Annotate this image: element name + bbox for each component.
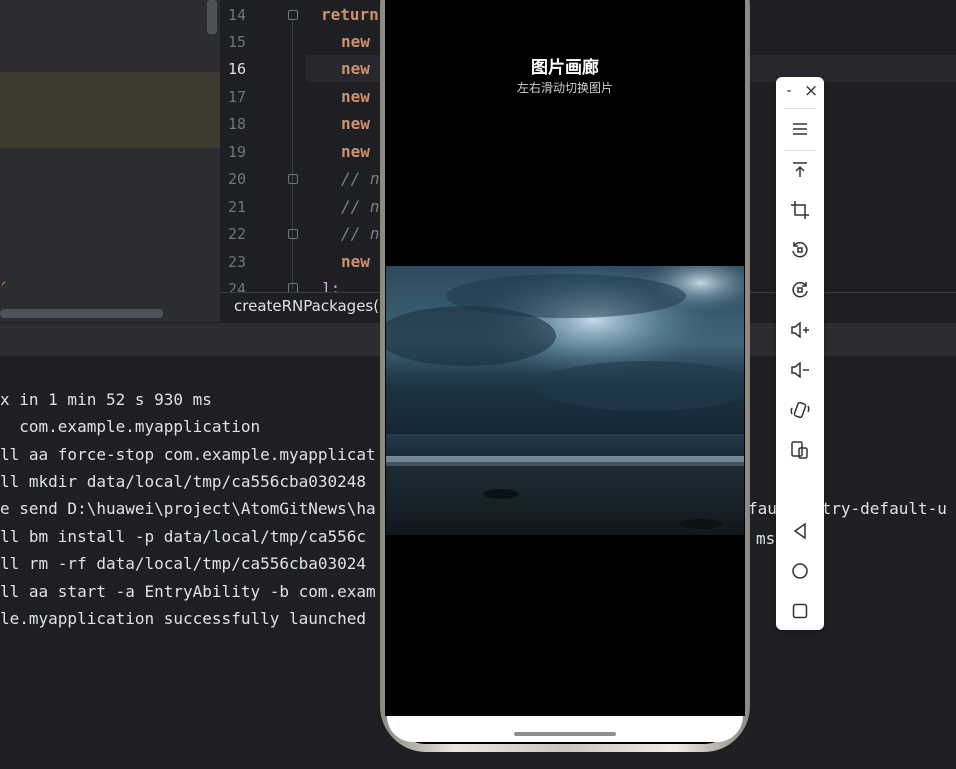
- line-number: 16: [228, 60, 247, 78]
- line-number: 17: [228, 88, 247, 106]
- line-number: 19: [228, 143, 247, 161]
- toolbar-divider: [784, 108, 816, 109]
- home-icon[interactable]: [788, 559, 812, 583]
- line-number: 14: [228, 6, 247, 24]
- console-line: ll mkdir data/local/tmp/ca556cba030248: [0, 472, 367, 491]
- code-line[interactable]: // n: [341, 197, 380, 217]
- rotate-left-icon[interactable]: [788, 238, 812, 262]
- code-line[interactable]: new: [341, 252, 370, 272]
- fold-toggle[interactable]: [288, 229, 298, 239]
- fold-toggle[interactable]: [288, 10, 298, 20]
- panel-marker: ◜: [0, 278, 8, 293]
- close-button[interactable]: ×: [804, 82, 818, 100]
- console-line: e send D:\huawei\project\AtomGitNews\ha: [0, 499, 376, 518]
- line-number: 20: [228, 170, 247, 188]
- project-scrollbar[interactable]: [207, 0, 217, 34]
- app-subtitle: 左右滑动切换图片: [516, 81, 613, 95]
- minimize-button[interactable]: -: [783, 83, 795, 99]
- console-line: ll aa start -a EntryAbility -b com.exam: [0, 582, 376, 601]
- gallery-image[interactable]: [386, 266, 744, 535]
- code-line[interactable]: new: [341, 59, 370, 79]
- line-number: 23: [228, 253, 247, 271]
- fold-toggle[interactable]: [288, 174, 298, 184]
- code-line[interactable]: return: [321, 5, 379, 25]
- multi-device-icon[interactable]: [788, 438, 812, 462]
- console-line: ll bm install -p data/local/tmp/ca556c: [0, 527, 367, 546]
- console-line: ll rm -rf data/local/tmp/ca556cba03024: [0, 554, 367, 573]
- console-line-fragment: ms: [756, 529, 776, 548]
- line-number: 21: [228, 198, 247, 216]
- code-line[interactable]: new: [341, 87, 370, 107]
- console-line-fragment: fau: [748, 499, 777, 518]
- toolbar-divider: [784, 150, 816, 151]
- recents-icon[interactable]: [788, 599, 812, 623]
- volume-down-icon[interactable]: [788, 358, 812, 382]
- navigation-area: [387, 716, 743, 742]
- menu-icon[interactable]: [788, 117, 812, 141]
- project-horizontal-scrollbar[interactable]: [0, 309, 163, 318]
- volume-up-icon[interactable]: [788, 318, 812, 342]
- code-line[interactable]: // n: [341, 169, 380, 189]
- app-title: 图片画廊: [531, 58, 599, 78]
- rotate-right-icon[interactable]: [788, 278, 812, 302]
- pin-top-icon[interactable]: [788, 158, 812, 182]
- code-line[interactable]: new: [341, 142, 370, 162]
- back-icon[interactable]: [788, 519, 812, 543]
- line-number: 15: [228, 33, 247, 51]
- line-number: 18: [228, 115, 247, 133]
- console-line: com.example.myapplication: [0, 417, 261, 436]
- code-line[interactable]: new: [341, 32, 370, 52]
- breadcrumb[interactable]: createRNPackages(): [234, 297, 385, 315]
- code-line[interactable]: new: [341, 114, 370, 134]
- console-line: x in 1 min 52 s 930 ms: [0, 390, 212, 409]
- project-panel-selection: [0, 72, 220, 148]
- crop-icon[interactable]: [788, 198, 812, 222]
- code-line[interactable]: // n: [341, 224, 380, 244]
- console-line-fragment: ntry-default-u: [812, 499, 947, 518]
- console-line: ll aa force-stop com.example.myapplicat: [0, 445, 376, 464]
- fold-guide: [292, 20, 293, 290]
- console-line: le.myapplication successfully launched: [0, 609, 367, 628]
- shake-icon[interactable]: [788, 398, 812, 422]
- line-number: 22: [228, 225, 247, 243]
- home-indicator[interactable]: [514, 732, 616, 736]
